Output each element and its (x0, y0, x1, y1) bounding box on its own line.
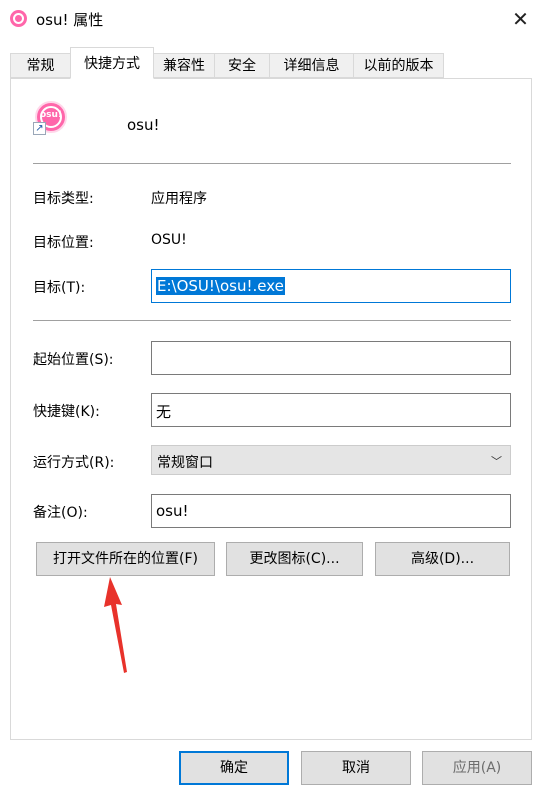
tab-security[interactable]: 安全 (214, 53, 270, 78)
shortcut-name: osu! (127, 116, 160, 134)
target-type-value: 应用程序 (151, 191, 207, 207)
shortcut-overlay-icon: ↗ (33, 122, 46, 135)
run-select[interactable]: 常规窗口 ﹀ (151, 445, 511, 475)
tab-compatibility[interactable]: 兼容性 (153, 53, 215, 78)
target-input[interactable]: E:\OSU!\osu!.exe (151, 269, 511, 303)
annotation-arrow-icon (104, 577, 127, 673)
start-in-label: 起始位置(S): (33, 352, 114, 368)
run-select-value: 常规窗口 (157, 455, 213, 471)
tab-general[interactable]: 常规 (10, 53, 71, 78)
open-file-location-button[interactable]: 打开文件所在的位置(F) (36, 542, 215, 576)
cancel-button[interactable]: 取消 (301, 751, 411, 785)
ok-button[interactable]: 确定 (179, 751, 289, 785)
divider (33, 163, 511, 164)
shortcut-key-label: 快捷键(K): (33, 404, 100, 420)
close-icon[interactable]: ✕ (498, 0, 543, 38)
title-bar: osu! 属性 ✕ (0, 0, 543, 40)
tab-previous-versions[interactable]: 以前的版本 (353, 53, 444, 78)
run-label: 运行方式(R): (33, 455, 115, 471)
apply-button[interactable]: 应用(A) (422, 751, 532, 785)
advanced-button[interactable]: 高级(D)... (375, 542, 510, 576)
target-location-label: 目标位置: (33, 235, 94, 251)
tab-details[interactable]: 详细信息 (269, 53, 354, 78)
target-label: 目标(T): (33, 280, 86, 296)
change-icon-button[interactable]: 更改图标(C)... (226, 542, 363, 576)
tab-shortcut[interactable]: 快捷方式 (70, 47, 154, 79)
target-type-label: 目标类型: (33, 191, 94, 207)
start-in-input[interactable] (151, 341, 511, 375)
target-input-value: E:\OSU!\osu!.exe (156, 277, 285, 295)
window-title: osu! 属性 (36, 11, 104, 29)
target-location-value: OSU! (151, 232, 187, 248)
osu-app-icon (10, 10, 27, 27)
chevron-down-icon: ﹀ (491, 455, 502, 468)
shortcut-key-input[interactable]: 无 (151, 393, 511, 427)
divider (33, 320, 511, 321)
comment-input[interactable]: osu! (151, 494, 511, 528)
comment-label: 备注(O): (33, 505, 88, 521)
